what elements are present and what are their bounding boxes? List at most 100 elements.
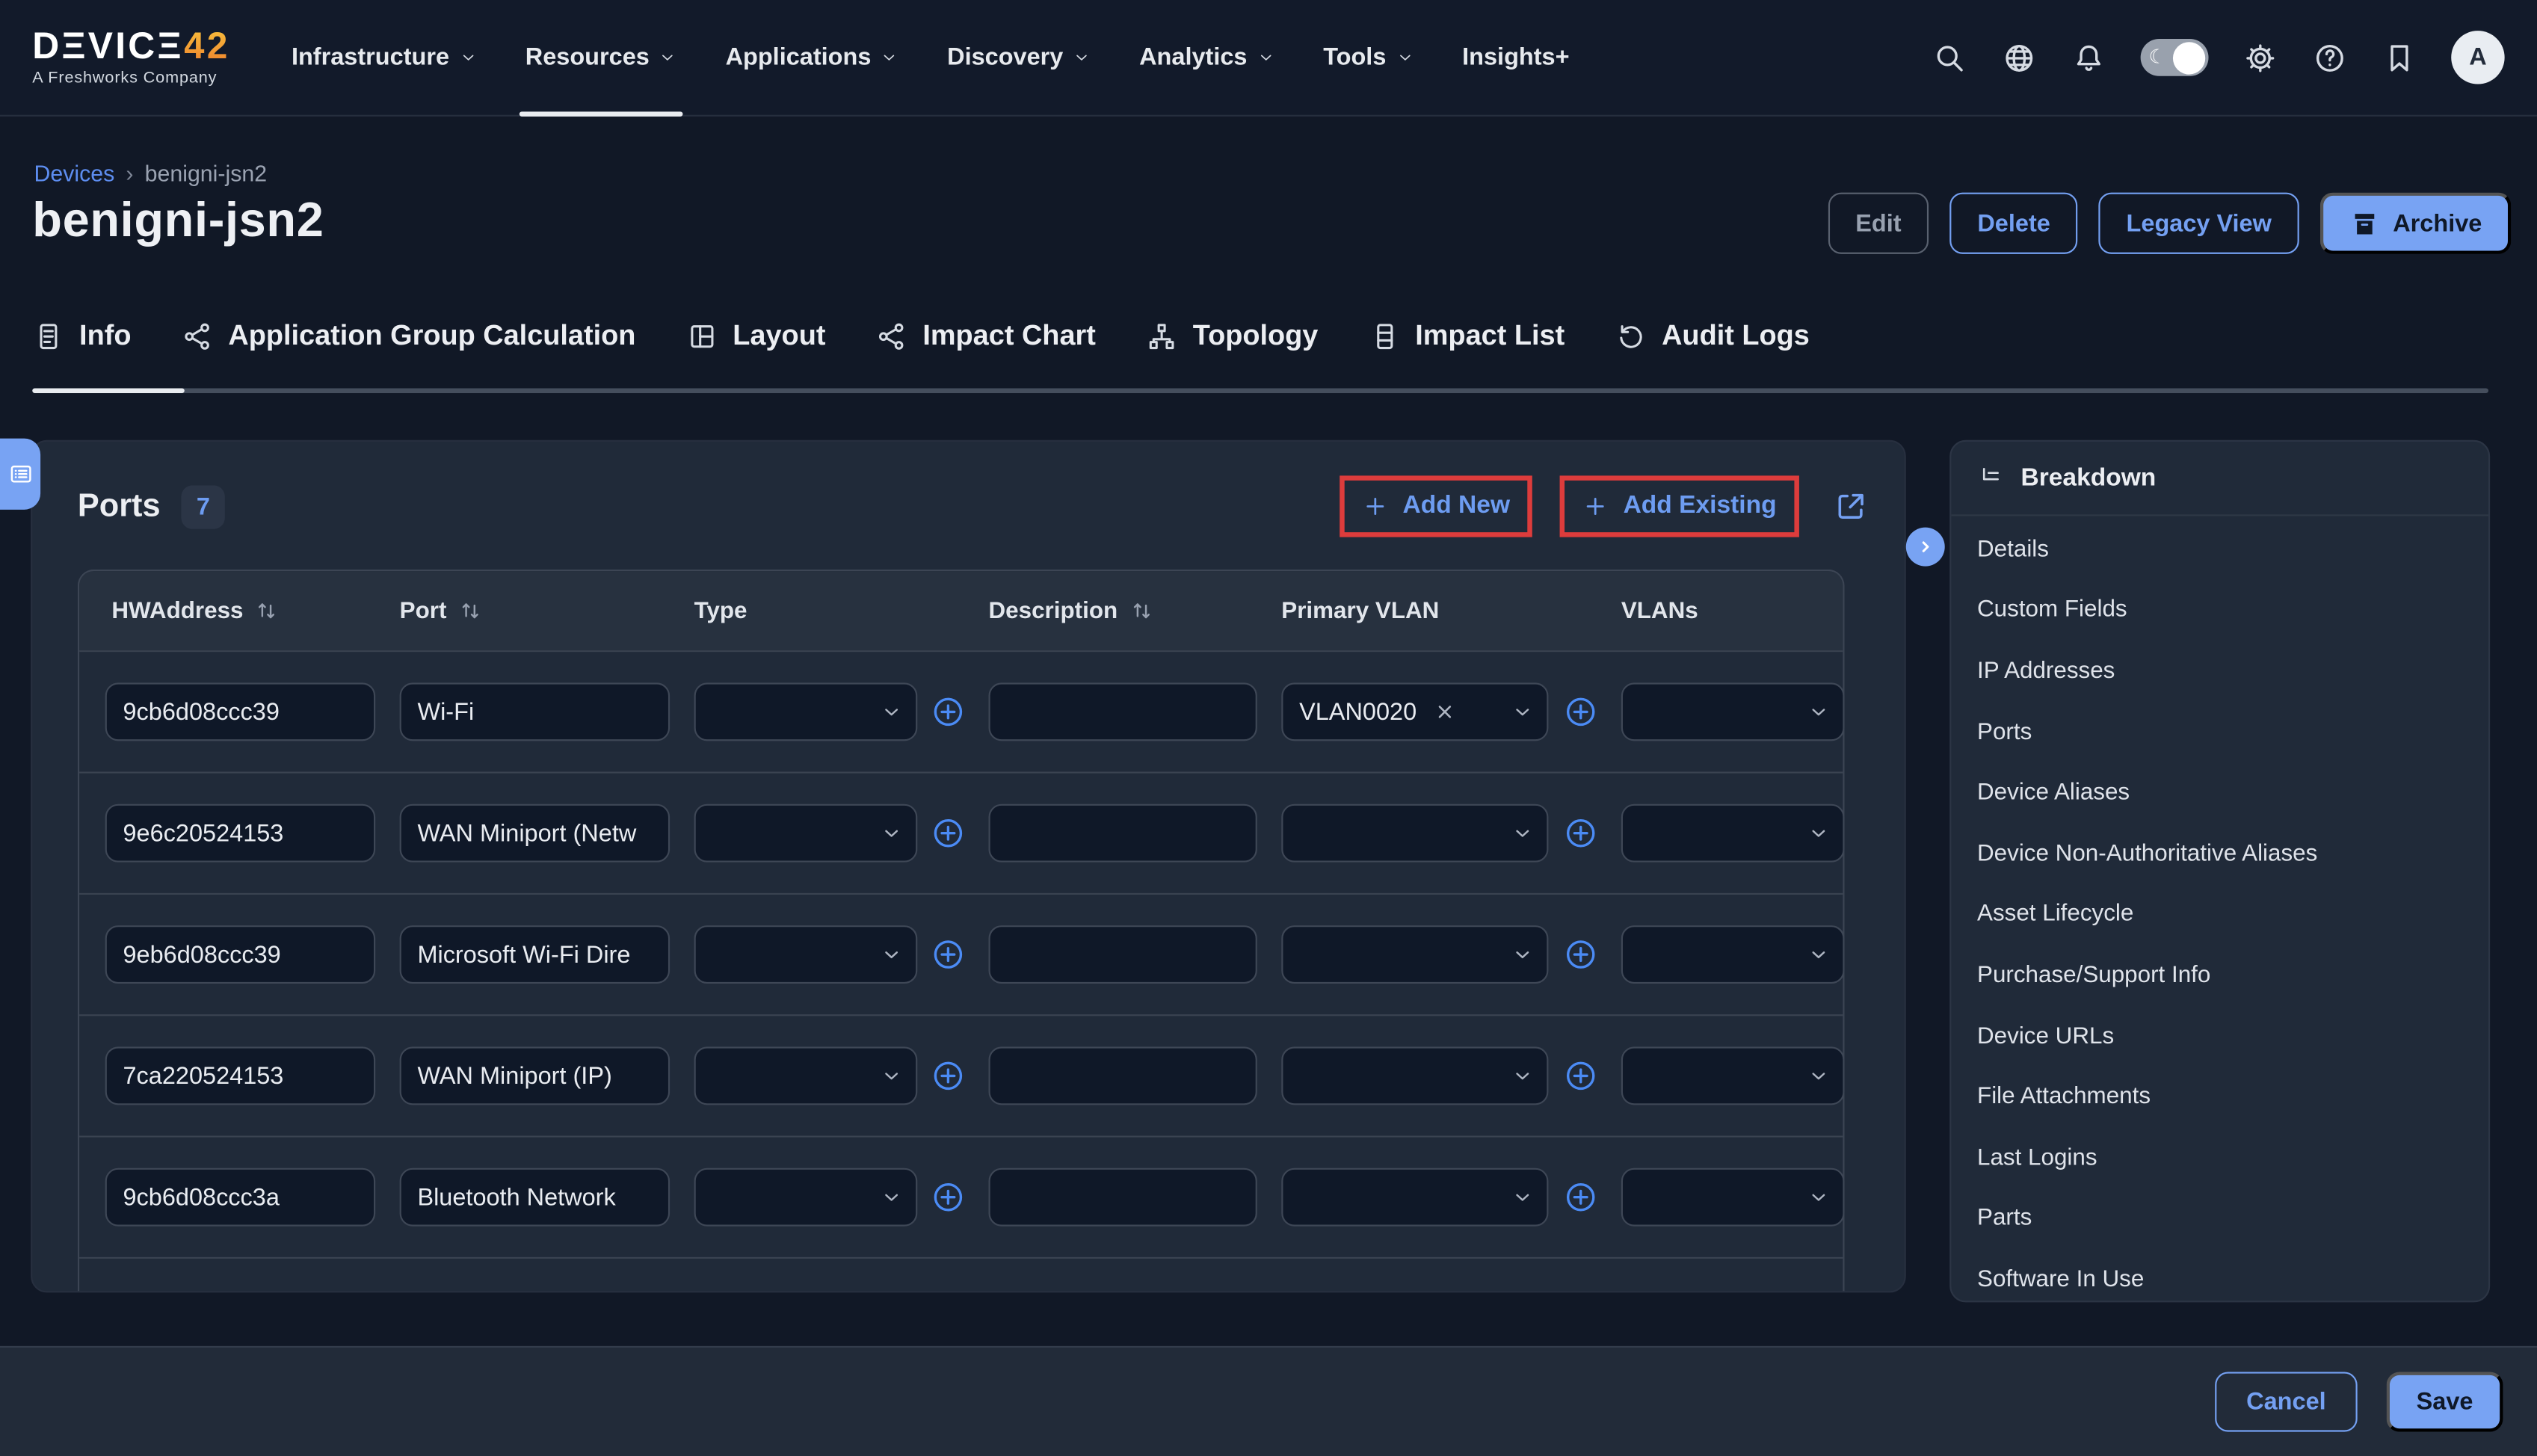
primary-vlan-select[interactable] [1281, 925, 1548, 984]
tab-application-group-calculation[interactable]: Application Group Calculation [182, 318, 636, 352]
nav-utility-icons: ☾ A [1932, 31, 2504, 84]
vlans-select[interactable] [1621, 925, 1845, 984]
gear-icon[interactable] [2242, 40, 2278, 75]
hwaddress-input[interactable]: 9cb6d08ccc39 [105, 682, 375, 741]
hwaddress-input[interactable]: 9cb6d08ccc3a [105, 1168, 375, 1227]
legacy-view-button[interactable]: Legacy View [2099, 193, 2299, 254]
add-type-icon[interactable] [931, 1058, 967, 1094]
menu-tools[interactable]: Tools [1323, 0, 1414, 116]
description-input[interactable] [989, 1046, 1257, 1105]
sort-icon[interactable] [255, 599, 279, 623]
user-avatar[interactable]: A [2451, 31, 2504, 84]
tab-layout[interactable]: Layout [686, 318, 826, 352]
primary-vlan-select[interactable]: VLAN0020 [1281, 682, 1548, 741]
port-input[interactable]: Microsoft Wi-Fi Dire [400, 925, 670, 984]
add-vlan-icon[interactable] [1563, 937, 1599, 972]
breakdown-item-purchase-support-info[interactable]: Purchase/Support Info [1951, 945, 2488, 1005]
description-input[interactable] [989, 804, 1257, 863]
primary-vlan-select[interactable] [1281, 1046, 1548, 1105]
type-select[interactable] [694, 682, 918, 741]
hwaddress-input[interactable]: 9eb6d08ccc39 [105, 925, 375, 984]
type-select[interactable] [694, 925, 918, 984]
breakdown-item-ports[interactable]: Ports [1951, 702, 2488, 762]
breakdown-item-file-attachments[interactable]: File Attachments [1951, 1067, 2488, 1127]
primary-vlan-select[interactable] [1281, 1168, 1548, 1227]
menu-infrastructure[interactable]: Infrastructure [292, 0, 477, 116]
add-type-icon[interactable] [931, 937, 967, 972]
port-input[interactable]: Bluetooth Network [400, 1168, 670, 1227]
add-vlan-icon[interactable] [1563, 694, 1599, 730]
breakdown-item-ip-addresses[interactable]: IP Addresses [1951, 641, 2488, 702]
tab-audit-logs[interactable]: Audit Logs [1615, 318, 1810, 352]
tab-topology[interactable]: Topology [1146, 318, 1318, 352]
vlans-select[interactable] [1621, 1168, 1845, 1227]
globe-icon[interactable] [2001, 40, 2037, 75]
breakdown-item-software-in-use[interactable]: Software In Use [1951, 1249, 2488, 1302]
add-type-icon[interactable] [931, 815, 967, 851]
add-existing-button[interactable]: Add Existing [1582, 492, 1776, 521]
layout-grid-icon [686, 319, 718, 351]
breakdown-item-device-non-authoritative-aliases[interactable]: Device Non-Authoritative Aliases [1951, 824, 2488, 884]
vlans-select[interactable] [1621, 1046, 1845, 1105]
sort-icon[interactable] [1129, 599, 1153, 623]
type-select[interactable] [694, 804, 918, 863]
description-input[interactable] [989, 682, 1257, 741]
breakdown-item-device-urls[interactable]: Device URLs [1951, 1006, 2488, 1067]
tab-impact-chart[interactable]: Impact Chart [876, 318, 1096, 352]
vlans-select[interactable] [1621, 682, 1845, 741]
column-header-hwaddress[interactable]: HWAddress [111, 571, 381, 650]
add-vlan-icon[interactable] [1563, 1058, 1599, 1094]
sort-icon[interactable] [458, 599, 482, 623]
help-icon[interactable] [2312, 40, 2348, 75]
cancel-button[interactable]: Cancel [2215, 1372, 2357, 1431]
device42-logo[interactable]: DΞVICΞ42 A Freshworks Company [32, 28, 229, 87]
delete-button[interactable]: Delete [1950, 193, 2078, 254]
hwaddress-input[interactable]: 9e6c20524153 [105, 804, 375, 863]
breadcrumb-devices-link[interactable]: Devices [34, 160, 114, 186]
menu-insights[interactable]: Insights+ [1462, 0, 1569, 116]
menu-applications[interactable]: Applications [726, 0, 899, 116]
port-input[interactable]: WAN Miniport (IP) [400, 1046, 670, 1105]
add-vlan-icon[interactable] [1563, 1179, 1599, 1215]
breakdown-item-asset-lifecycle[interactable]: Asset Lifecycle [1951, 884, 2488, 945]
search-icon[interactable] [1932, 40, 1967, 75]
edit-button[interactable]: Edit [1828, 193, 1929, 254]
menu-resources[interactable]: Resources [525, 0, 677, 116]
port-input[interactable]: Wi-Fi [400, 682, 670, 741]
breakdown-item-device-aliases[interactable]: Device Aliases [1951, 762, 2488, 823]
description-input[interactable] [989, 925, 1257, 984]
column-header-port[interactable]: Port [400, 571, 670, 650]
breakdown-header: Breakdown [1951, 442, 2488, 516]
add-vlan-icon[interactable] [1563, 815, 1599, 851]
column-header-description[interactable]: Description [989, 571, 1257, 650]
breakdown-item-custom-fields[interactable]: Custom Fields [1951, 580, 2488, 641]
type-select[interactable] [694, 1168, 918, 1227]
chevron-down-icon [1396, 49, 1414, 67]
breakdown-item-last-logins[interactable]: Last Logins [1951, 1128, 2488, 1188]
section-list-toggle[interactable] [0, 439, 40, 510]
bookmark-icon[interactable] [2382, 40, 2417, 75]
breakdown-tree-icon [1977, 464, 2005, 492]
bell-icon[interactable] [2071, 40, 2107, 75]
save-button[interactable]: Save [2387, 1372, 2503, 1431]
menu-analytics[interactable]: Analytics [1139, 0, 1274, 116]
vlans-select[interactable] [1621, 804, 1845, 863]
port-input[interactable]: WAN Miniport (Netw [400, 804, 670, 863]
clear-icon[interactable] [1433, 700, 1455, 723]
add-new-button[interactable]: Add New [1362, 492, 1510, 521]
external-link-icon[interactable] [1833, 489, 1869, 525]
tab-info[interactable]: Info [32, 318, 131, 352]
tab-impact-list[interactable]: Impact List [1368, 318, 1565, 352]
add-type-icon[interactable] [931, 694, 967, 730]
add-type-icon[interactable] [931, 1179, 967, 1215]
theme-toggle[interactable]: ☾ [2141, 39, 2209, 76]
archive-button[interactable]: Archive [2320, 193, 2511, 254]
hwaddress-input[interactable]: 7ca220524153 [105, 1046, 375, 1105]
collapse-breakdown-button[interactable] [1906, 528, 1945, 567]
menu-discovery[interactable]: Discovery [947, 0, 1091, 116]
description-input[interactable] [989, 1168, 1257, 1227]
primary-vlan-select[interactable] [1281, 804, 1548, 863]
breakdown-item-parts[interactable]: Parts [1951, 1188, 2488, 1249]
type-select[interactable] [694, 1046, 918, 1105]
breakdown-item-details[interactable]: Details [1951, 519, 2488, 580]
